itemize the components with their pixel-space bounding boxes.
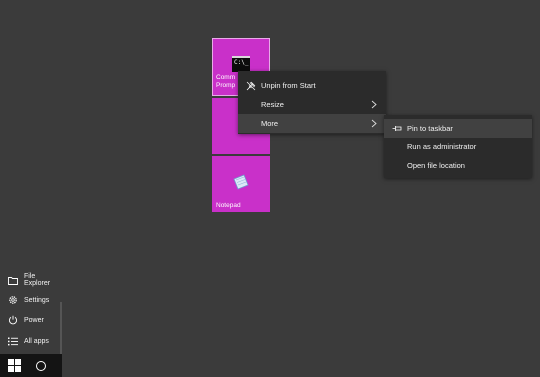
tile-label: Notepad	[216, 202, 241, 209]
menu-item-resize[interactable]: Resize	[238, 95, 386, 114]
nav-power[interactable]: Power	[0, 310, 60, 330]
submenu-item-label: Pin to taskbar	[407, 124, 453, 133]
command-prompt-icon: C:\_	[232, 56, 250, 72]
menu-item-label: More	[261, 119, 279, 128]
pin-icon	[391, 125, 403, 132]
context-menu: Unpin from Start Resize More	[238, 71, 386, 134]
nav-file-explorer[interactable]: File Explorer	[0, 270, 60, 290]
tile-notepad[interactable]: Notepad	[212, 156, 270, 212]
submenu-item-open-file-location[interactable]: Open file location	[384, 156, 532, 175]
nav-label: Settings	[24, 296, 50, 304]
start-menu-nav: File Explorer Settings Power All apps	[0, 266, 62, 352]
nav-label: Power	[24, 316, 44, 324]
cortana-icon[interactable]	[36, 361, 46, 371]
taskbar	[0, 354, 62, 377]
folder-icon	[8, 275, 18, 285]
submenu: Pin to taskbar Run as administrator Open…	[384, 115, 532, 178]
nav-label: All apps	[24, 337, 49, 345]
menu-item-unpin[interactable]: Unpin from Start	[238, 76, 386, 95]
start-menu-scrollbar[interactable]	[60, 302, 62, 354]
submenu-item-run-as-admin[interactable]: Run as administrator	[384, 137, 532, 156]
nav-settings[interactable]: Settings	[0, 290, 60, 310]
list-icon	[8, 336, 18, 346]
submenu-item-pin-taskbar[interactable]: Pin to taskbar	[384, 119, 532, 138]
submenu-item-label: Open file location	[407, 161, 465, 170]
chevron-right-icon	[370, 119, 378, 128]
submenu-item-label: Run as administrator	[407, 142, 477, 151]
unpin-icon	[245, 81, 257, 91]
windows-logo-icon[interactable]	[8, 359, 21, 372]
gear-icon	[8, 295, 18, 305]
power-icon	[8, 315, 18, 325]
menu-item-more[interactable]: More	[238, 114, 386, 133]
menu-item-label: Resize	[261, 100, 284, 109]
nav-all-apps[interactable]: All apps	[0, 331, 60, 351]
chevron-right-icon	[370, 100, 378, 109]
tile-label: Comm Promp	[216, 74, 236, 89]
notepad-icon	[232, 174, 250, 190]
nav-label: File Explorer	[24, 273, 51, 287]
menu-item-label: Unpin from Start	[261, 81, 316, 90]
